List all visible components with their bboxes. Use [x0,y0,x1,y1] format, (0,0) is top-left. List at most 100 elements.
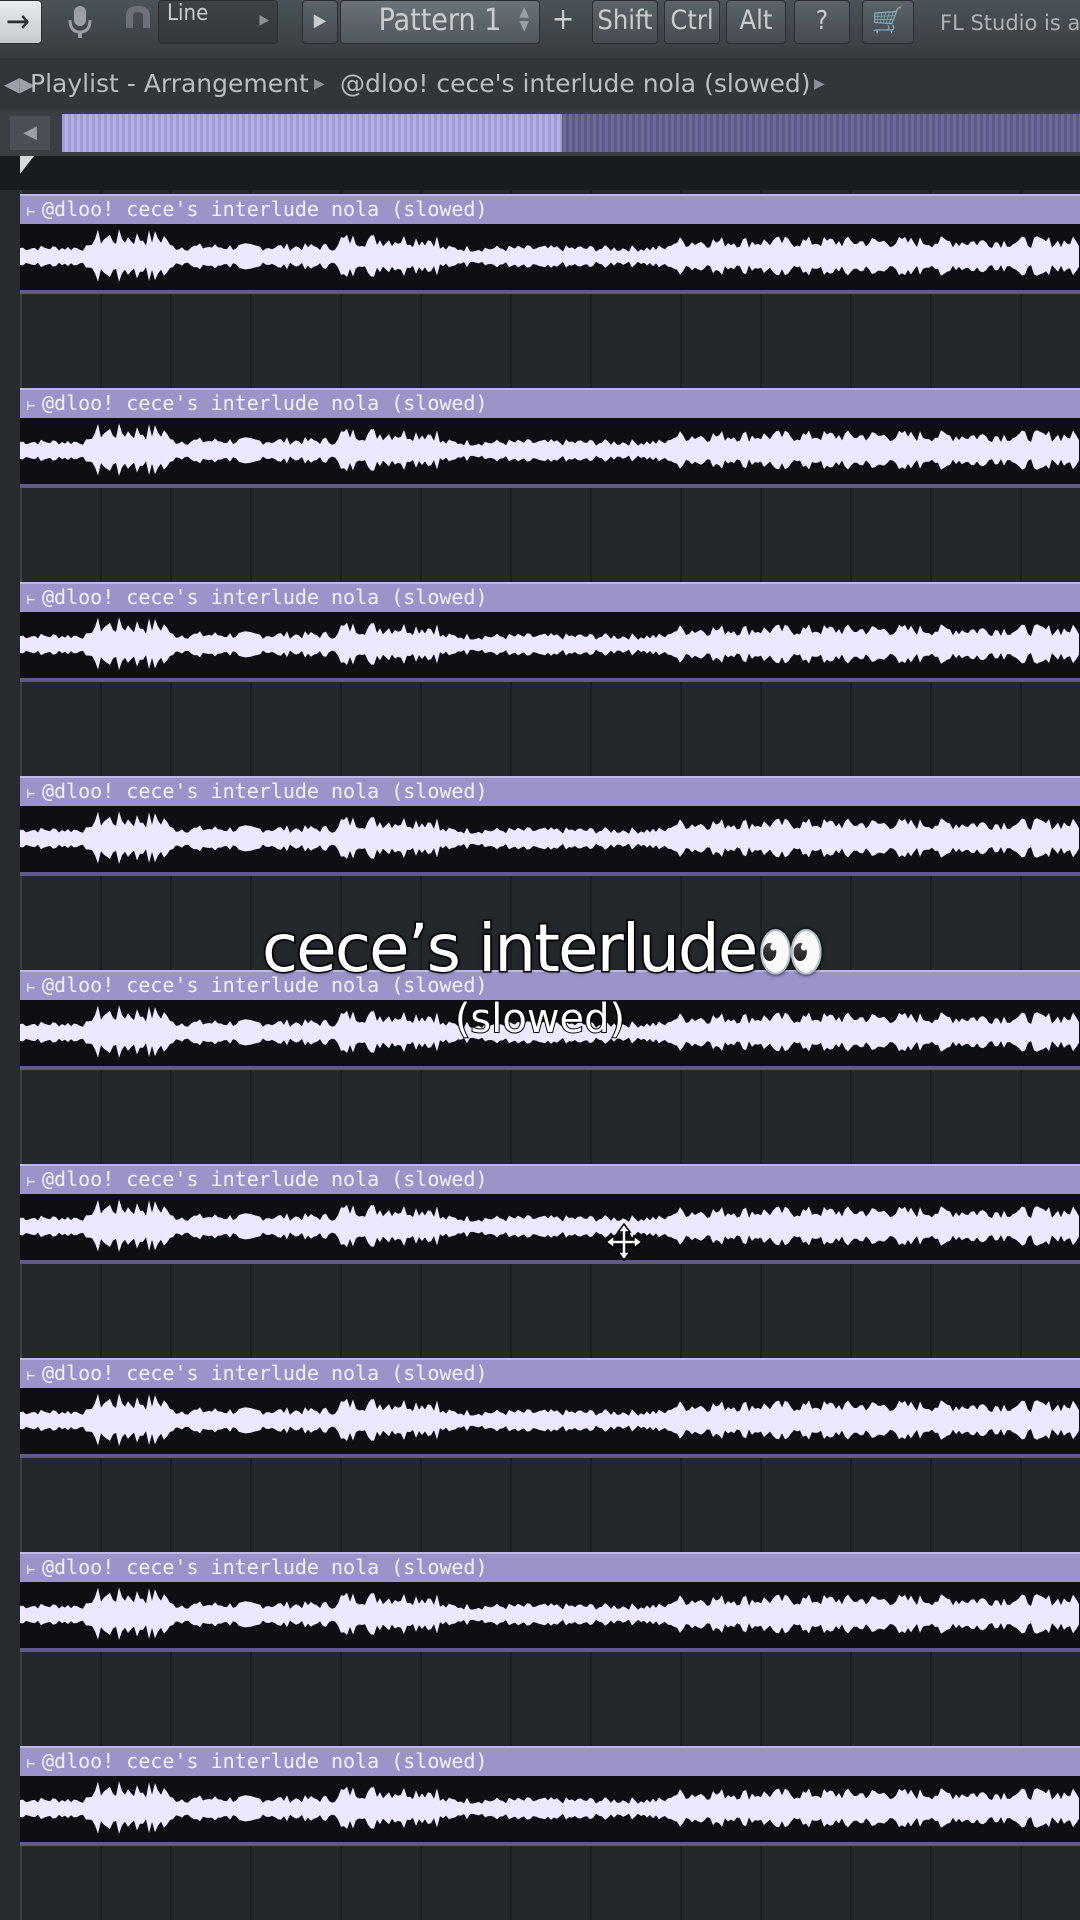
arrow-tool-button[interactable]: → [0,0,42,44]
video-subcaption: (slowed) [454,995,626,1043]
waveform [20,1199,1079,1252]
play-icon: ▶ [313,10,327,31]
cart-icon: 🛒 [871,6,905,36]
clip-waveform-area[interactable] [20,224,1080,290]
pattern-selector[interactable]: Pattern 1 ▲ ▼ [340,0,540,44]
audio-clip[interactable]: ⊢ @dloo! cece's interlude nola (slowed) [20,582,1080,682]
scroll-left-button[interactable]: ◀ [10,116,50,150]
clip-label: @dloo! cece's interlude nola (slowed) [42,1361,488,1385]
clip-waveform-area[interactable] [20,612,1080,678]
clip-header[interactable]: ⊢ @dloo! cece's interlude nola (slowed) [20,1552,1080,1582]
audio-clip[interactable]: ⊢ @dloo! cece's interlude nola (slowed) [20,1164,1080,1264]
audio-clip[interactable]: ⊢ @dloo! cece's interlude nola (slowed) [20,194,1080,294]
spinner-icon: ▲ ▼ [519,4,529,34]
news-text[interactable]: FL Studio is av [930,0,1080,44]
clip-menu-icon[interactable]: ⊢ [20,1363,42,1390]
add-pattern-button[interactable]: + [546,0,580,44]
current-pattern-title[interactable]: @dloo! cece's interlude nola (slowed) [340,58,811,110]
clip-menu-icon[interactable]: ⊢ [20,1751,42,1778]
record-button[interactable] [60,0,100,44]
ctrl-button[interactable]: Ctrl [664,0,720,44]
clip-menu-icon[interactable]: ⊢ [20,199,42,226]
clip-menu-icon[interactable]: ⊢ [20,587,42,614]
audio-clip[interactable]: ⊢ @dloo! cece's interlude nola (slowed) [20,1746,1080,1846]
help-button[interactable]: ? [794,0,850,44]
clip-header[interactable]: ⊢ @dloo! cece's interlude nola (slowed) [20,1164,1080,1194]
clip-header[interactable]: ⊢ @dloo! cece's interlude nola (slowed) [20,582,1080,612]
video-caption: cece’s interlude👀 [0,909,1080,989]
caption-title: cece’s interlude [260,909,760,989]
clip-waveform-area[interactable] [20,1388,1080,1454]
chevron-right-icon: ▶ [314,76,325,92]
clip-bottom-edge [20,1260,1080,1264]
clip-waveform-area[interactable] [20,1582,1080,1648]
playlist-overview: ◀ [0,110,1080,156]
clip-bottom-edge [20,678,1080,682]
toolbar: → Line ▶ ▶ Pattern 1 ▲ ▼ + Shift Ctrl Alt… [0,0,1080,59]
snap-select[interactable]: Line ▶ [158,0,278,44]
waveform [20,1781,1079,1834]
audio-clip[interactable]: ⊢ @dloo! cece's interlude nola (slowed) [20,388,1080,488]
audio-clip[interactable]: ⊢ @dloo! cece's interlude nola (slowed) [20,1358,1080,1458]
timeline-ruler[interactable] [0,156,1080,190]
clip-header[interactable]: ⊢ @dloo! cece's interlude nola (slowed) [20,388,1080,418]
clip-label: @dloo! cece's interlude nola (slowed) [42,779,488,803]
clip-bottom-edge [20,1066,1080,1070]
shift-label: Shift [597,5,653,36]
clip-menu-icon[interactable]: ⊢ [20,1169,42,1196]
clip-bottom-edge [20,1454,1080,1458]
waveform [20,423,1079,476]
alt-label: Alt [739,5,773,36]
snap-label: Line [167,1,209,26]
waveform [20,1587,1079,1640]
chevron-right-icon: ▶ [814,76,825,92]
waveform [20,811,1079,864]
track-edge [0,190,22,1920]
shift-button[interactable]: Shift [592,0,658,44]
playlist-title[interactable]: Playlist - Arrangement [30,58,309,110]
clip-waveform-area[interactable] [20,806,1080,872]
playhead-marker[interactable] [20,156,34,174]
move-cursor-icon [604,1222,644,1262]
clip-label: @dloo! cece's interlude nola (slowed) [42,1167,488,1191]
clip-header[interactable]: ⊢ @dloo! cece's interlude nola (slowed) [20,194,1080,224]
playlist-area[interactable]: ⊢ @dloo! cece's interlude nola (slowed) ⊢ @… [0,190,1080,1920]
clip-label: @dloo! cece's interlude nola (slowed) [42,585,488,609]
snap-magnet-button[interactable] [118,0,158,44]
arrow-icon: → [5,2,31,40]
alt-button[interactable]: Alt [726,0,786,44]
waveform [20,229,1079,282]
waveform [20,1393,1079,1446]
shop-button[interactable]: 🛒 [862,0,914,44]
clip-waveform-area[interactable] [20,1776,1080,1842]
clip-menu-icon[interactable]: ⊢ [20,1557,42,1584]
clip-bottom-edge [20,1842,1080,1846]
ctrl-label: Ctrl [670,5,714,36]
clip-waveform-area[interactable] [20,418,1080,484]
clip-bottom-edge [20,1648,1080,1652]
clip-waveform-area[interactable] [20,1194,1080,1260]
clip-menu-icon[interactable]: ⊢ [20,393,42,420]
overview-thumb[interactable] [62,114,562,152]
pattern-label: Pattern 1 [378,3,502,38]
clip-header[interactable]: ⊢ @dloo! cece's interlude nola (slowed) [20,776,1080,806]
clip-label: @dloo! cece's interlude nola (slowed) [42,197,488,221]
eyes-emoji: 👀 [756,920,826,985]
waveform [20,617,1079,670]
clip-menu-icon[interactable]: ⊢ [20,781,42,808]
clip-header[interactable]: ⊢ @dloo! cece's interlude nola (slowed) [20,1746,1080,1776]
playlist-titlebar: ◀▶ Playlist - Arrangement ▶ @dloo! cece'… [0,58,1080,111]
magnet-icon [126,6,150,28]
clip-label: @dloo! cece's interlude nola (slowed) [42,391,488,415]
clip-bottom-edge [20,290,1080,294]
clip-label: @dloo! cece's interlude nola (slowed) [42,1749,488,1773]
clip-bottom-edge [20,484,1080,488]
clip-bottom-edge [20,872,1080,876]
help-icon: ? [815,6,829,36]
pattern-play-button[interactable]: ▶ [302,0,338,44]
chevron-right-icon: ▶ [259,12,269,28]
clip-header[interactable]: ⊢ @dloo! cece's interlude nola (slowed) [20,1358,1080,1388]
audio-clip[interactable]: ⊢ @dloo! cece's interlude nola (slowed) [20,1552,1080,1652]
audio-clip[interactable]: ⊢ @dloo! cece's interlude nola (slowed) [20,776,1080,876]
clip-label: @dloo! cece's interlude nola (slowed) [42,1555,488,1579]
